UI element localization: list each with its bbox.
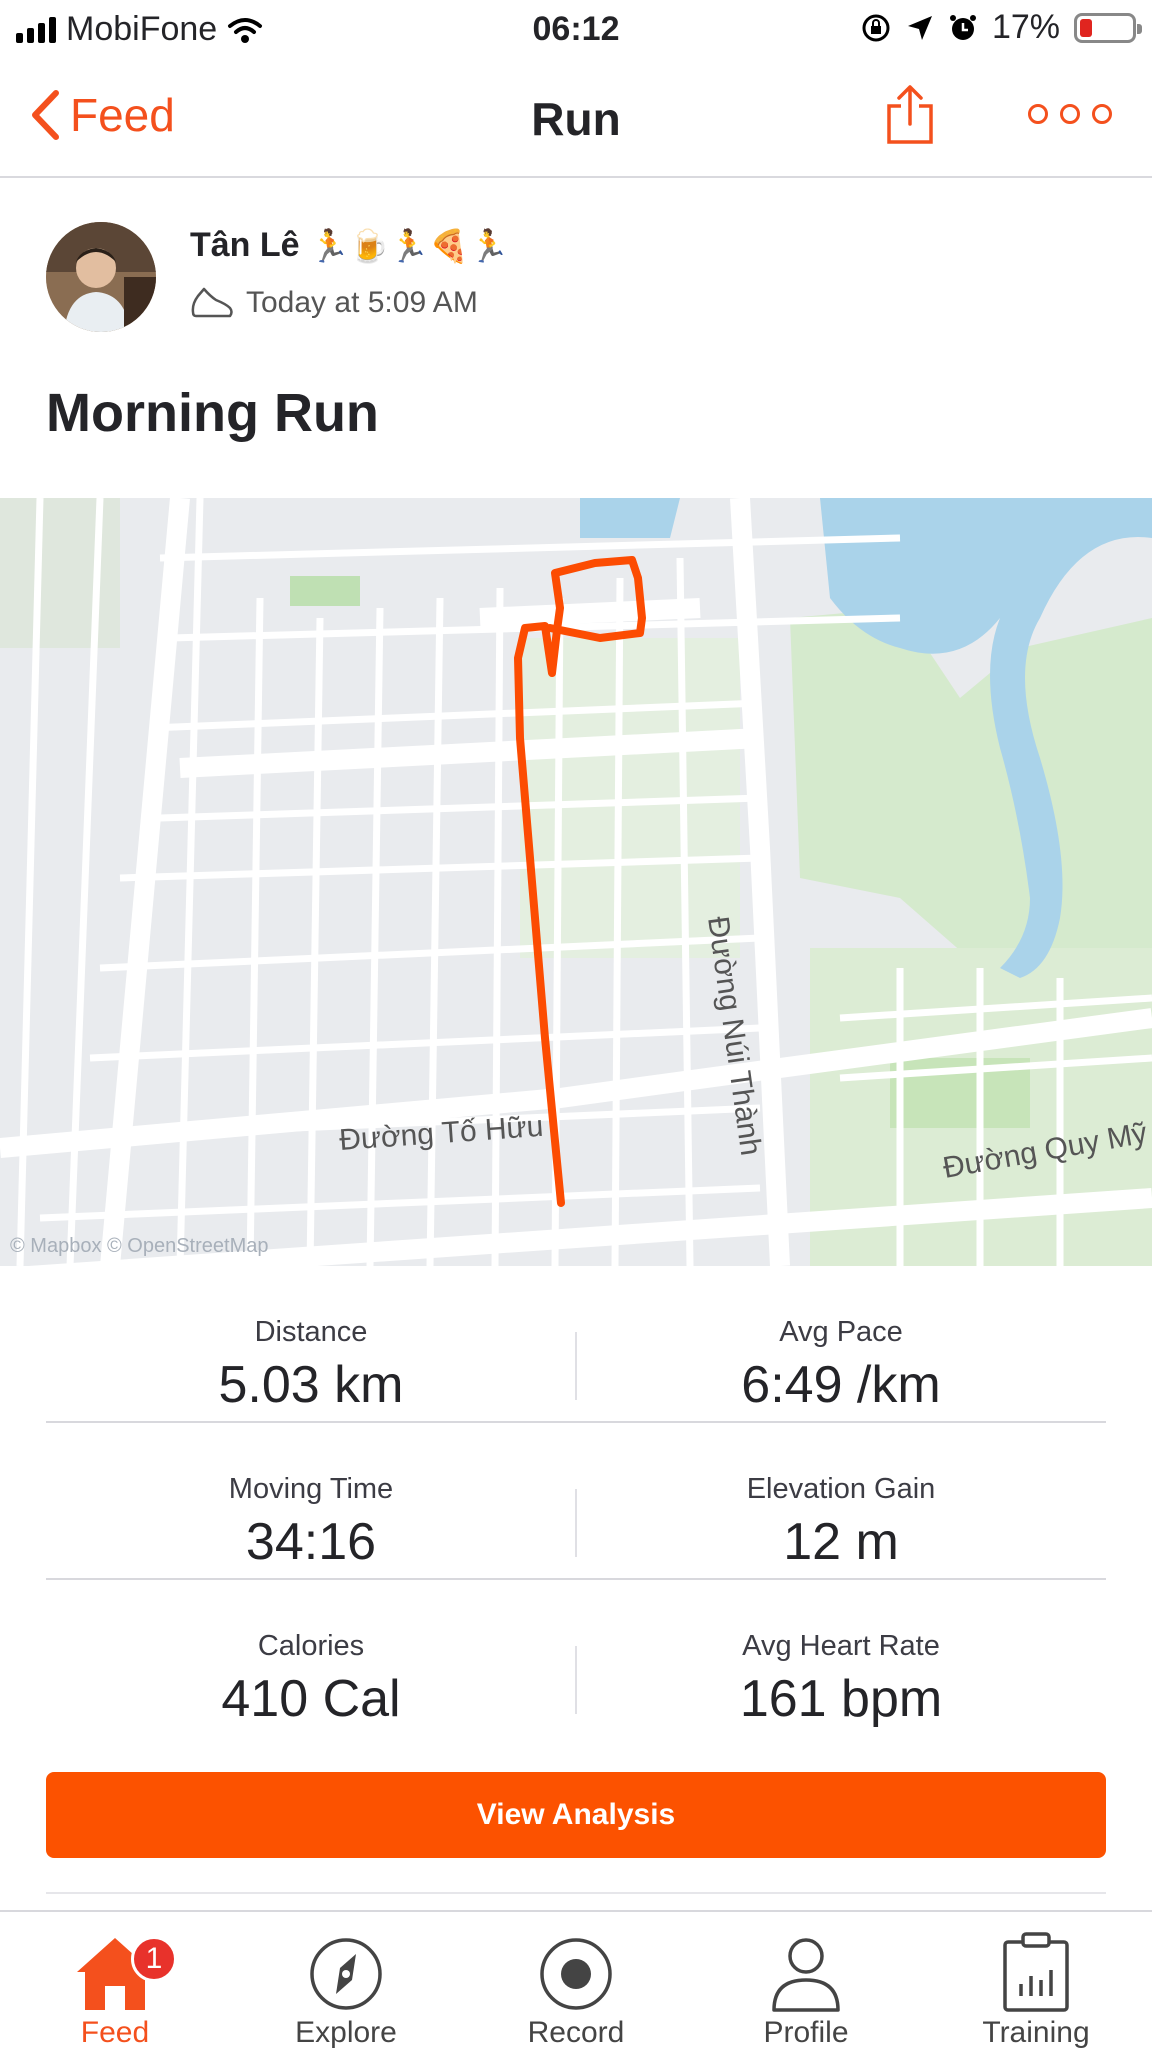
activity-time: Today at 5:09 AM	[190, 286, 478, 320]
stat-calories: Calories 410 Cal	[46, 1580, 576, 1737]
stat-divider	[575, 1332, 577, 1400]
battery-percent: 17%	[991, 8, 1060, 46]
stat-value: 410 Cal	[221, 1670, 401, 1728]
stats-grid: Distance 5.03 km Avg Pace 6:49 /km Movin…	[46, 1266, 1106, 1737]
training-chart-icon	[1003, 1932, 1069, 2012]
tab-profile[interactable]: Profile	[716, 1926, 896, 2048]
map-canvas: Đường Tố Hữu Đường Núi Thành Đường Quy M…	[0, 498, 1152, 1266]
stat-avg-pace: Avg Pace 6:49 /km	[576, 1266, 1106, 1421]
avatar[interactable]	[46, 222, 156, 332]
athlete-name-text: Tân Lê	[190, 226, 300, 264]
alarm-icon	[949, 14, 976, 40]
page-title: Run	[531, 93, 621, 145]
tab-label: Training	[982, 2016, 1090, 2048]
tab-training[interactable]: Training	[946, 1926, 1126, 2048]
stat-divider	[575, 1489, 577, 1557]
activity-time-text: Today at 5:09 AM	[246, 286, 478, 319]
stat-moving-time: Moving Time 34:16	[46, 1423, 576, 1578]
route-map[interactable]: Đường Tố Hữu Đường Núi Thành Đường Quy M…	[0, 498, 1152, 1266]
tab-bar: Feed 1 Explore Record Profile Training	[0, 1910, 1152, 2048]
stats-row: Calories 410 Cal Avg Heart Rate 161 bpm	[46, 1580, 1106, 1737]
stat-label: Distance	[254, 1316, 368, 1348]
compass-icon	[310, 1938, 382, 2010]
nav-bar: Feed Run	[0, 58, 1152, 178]
stat-avg-heart-rate: Avg Heart Rate 161 bpm	[576, 1580, 1106, 1737]
more-dots-icon[interactable]	[1028, 104, 1112, 124]
stat-value: 34:16	[245, 1513, 377, 1571]
view-analysis-button[interactable]: View Analysis	[46, 1772, 1106, 1858]
tab-label: Feed	[80, 2016, 150, 2048]
record-icon	[540, 1938, 612, 2010]
stat-value: 12 m	[783, 1513, 899, 1571]
location-arrow-icon	[907, 15, 932, 40]
athlete-name-emojis: 🏃🍺🏃🍕🏃	[309, 227, 509, 264]
battery-level	[1080, 18, 1092, 37]
stat-label: Elevation Gain	[746, 1473, 936, 1505]
tab-feed[interactable]: Feed 1	[25, 1926, 205, 2048]
notification-badge: 1	[131, 1936, 177, 1982]
athlete-name[interactable]: Tân Lê 🏃🍺🏃🍕🏃	[190, 226, 509, 265]
stats-row: Moving Time 34:16 Elevation Gain 12 m	[46, 1423, 1106, 1580]
battery-icon	[1074, 12, 1142, 43]
stat-divider	[575, 1646, 577, 1714]
stat-value: 6:49 /km	[741, 1356, 941, 1414]
activity-title: Morning Run	[46, 383, 379, 443]
person-icon	[772, 1938, 840, 2012]
map-park	[290, 576, 360, 606]
stat-distance: Distance 5.03 km	[46, 1266, 576, 1421]
share-icon[interactable]	[884, 84, 936, 146]
status-bar: MobiFone 06:12 17%	[0, 0, 1152, 58]
divider	[46, 1892, 1106, 1894]
stat-elevation-gain: Elevation Gain 12 m	[576, 1423, 1106, 1578]
stat-value: 5.03 km	[218, 1356, 404, 1414]
shoe-icon	[191, 287, 233, 318]
tab-explore[interactable]: Explore	[256, 1926, 436, 2048]
stats-row: Distance 5.03 km Avg Pace 6:49 /km	[46, 1266, 1106, 1423]
stat-value: 161 bpm	[739, 1670, 943, 1728]
stat-label: Avg Pace	[779, 1316, 903, 1348]
status-right: 17%	[860, 8, 1142, 47]
stat-label: Avg Heart Rate	[742, 1630, 940, 1662]
tab-record[interactable]: Record	[486, 1926, 666, 2048]
map-lake	[580, 498, 680, 538]
tab-label: Explore	[295, 2016, 397, 2048]
map-attribution: © Mapbox © OpenStreetMap	[10, 1235, 269, 1257]
tab-label: Profile	[763, 2016, 849, 2048]
tab-label: Record	[527, 2016, 625, 2048]
stat-label: Calories	[257, 1630, 365, 1662]
rotation-lock-icon	[862, 14, 890, 41]
stat-label: Moving Time	[228, 1473, 394, 1505]
